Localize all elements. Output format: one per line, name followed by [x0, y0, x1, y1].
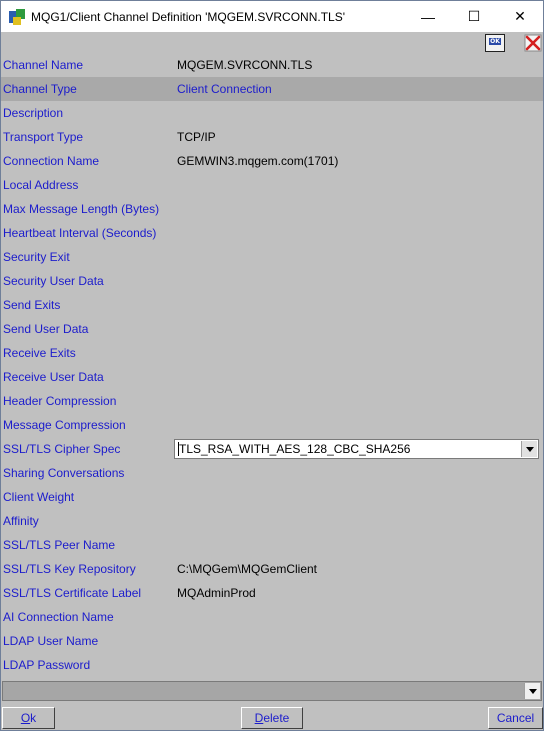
- ldap-user-name-label: LDAP User Name: [3, 634, 99, 648]
- connection-name-label: Connection Name: [3, 154, 100, 168]
- description-label: Description: [3, 106, 64, 120]
- channel-type-label: Channel Type: [3, 82, 77, 96]
- heartbeat-interval-label: Heartbeat Interval (Seconds): [3, 226, 157, 240]
- security-user-data-label: Security User Data: [3, 274, 104, 288]
- row-security-exit[interactable]: Security Exit: [1, 245, 543, 269]
- bottom-dropdown-button[interactable]: [524, 683, 540, 699]
- ai-connection-name-label: AI Connection Name: [3, 610, 114, 624]
- peer-name-label: SSL/TLS Peer Name: [3, 538, 116, 552]
- ldap-password-label: LDAP Password: [3, 658, 91, 672]
- field-list: Channel Name MQGEM.SVRCONN.TLS Channel T…: [1, 53, 543, 677]
- maximize-icon[interactable]: ☐: [451, 1, 497, 32]
- certificate-label-label: SSL/TLS Certificate Label: [3, 586, 142, 600]
- row-send-exits[interactable]: Send Exits: [1, 293, 543, 317]
- row-certificate-label[interactable]: SSL/TLS Certificate Label MQAdminProd: [1, 581, 543, 605]
- title-bar[interactable]: MQG1/Client Channel Definition 'MQGEM.SV…: [1, 1, 543, 32]
- max-message-length-label: Max Message Length (Bytes): [3, 202, 160, 216]
- cipher-spec-dropdown[interactable]: TLS_RSA_WITH_AES_128_CBC_SHA256: [174, 439, 539, 459]
- row-ai-connection-name[interactable]: AI Connection Name: [1, 605, 543, 629]
- delete-mnemonic: D: [254, 711, 264, 725]
- row-message-compression[interactable]: Message Compression: [1, 413, 543, 437]
- ok-button[interactable]: Ok: [2, 707, 55, 729]
- cipher-spec-value: TLS_RSA_WITH_AES_128_CBC_SHA256: [179, 442, 411, 456]
- cancel-toolbar-icon[interactable]: [524, 34, 543, 52]
- row-peer-name[interactable]: SSL/TLS Peer Name: [1, 533, 543, 557]
- transport-type-value: TCP/IP: [177, 130, 216, 144]
- row-send-user-data[interactable]: Send User Data: [1, 317, 543, 341]
- channel-definition-window: MQG1/Client Channel Definition 'MQGEM.SV…: [0, 0, 544, 731]
- ok-mnemonic: O: [20, 711, 31, 725]
- header-compression-label: Header Compression: [3, 394, 117, 408]
- row-header-compression[interactable]: Header Compression: [1, 389, 543, 413]
- send-exits-label: Send Exits: [3, 298, 61, 312]
- channel-name-label: Channel Name: [3, 58, 84, 72]
- minimize-icon[interactable]: —: [405, 1, 451, 32]
- message-compression-label: Message Compression: [3, 418, 126, 432]
- row-cipher-spec[interactable]: SSL/TLS Cipher Spec TLS_RSA_WITH_AES_128…: [1, 437, 543, 461]
- window-title: MQG1/Client Channel Definition 'MQGEM.SV…: [31, 9, 346, 24]
- channel-name-value: MQGEM.SVRCONN.TLS: [177, 58, 313, 72]
- transport-type-label: Transport Type: [3, 130, 84, 144]
- row-channel-type[interactable]: Channel Type Client Connection: [1, 77, 543, 101]
- row-sharing-conversations[interactable]: Sharing Conversations: [1, 461, 543, 485]
- ok-toolbar-icon[interactable]: OK: [485, 34, 505, 52]
- receive-exits-label: Receive Exits: [3, 346, 76, 360]
- delete-rest: elete: [263, 711, 290, 725]
- cipher-spec-label: SSL/TLS Cipher Spec: [3, 442, 121, 456]
- row-key-repository[interactable]: SSL/TLS Key Repository C:\MQGem\MQGemCli…: [1, 557, 543, 581]
- client-weight-label: Client Weight: [3, 490, 75, 504]
- cipher-spec-dropdown-button[interactable]: [521, 441, 537, 457]
- affinity-label: Affinity: [3, 514, 39, 528]
- connection-name-value: GEMWIN3.mqgem.com(1701): [177, 154, 339, 168]
- row-client-weight[interactable]: Client Weight: [1, 485, 543, 509]
- row-max-message-length[interactable]: Max Message Length (Bytes): [1, 197, 543, 221]
- send-user-data-label: Send User Data: [3, 322, 89, 336]
- row-security-user-data[interactable]: Security User Data: [1, 269, 543, 293]
- security-exit-label: Security Exit: [3, 250, 70, 264]
- row-affinity[interactable]: Affinity: [1, 509, 543, 533]
- row-local-address[interactable]: Local Address: [1, 173, 543, 197]
- local-address-label: Local Address: [3, 178, 79, 192]
- chevron-down-icon: [528, 688, 537, 694]
- channel-type-value: Client Connection: [177, 82, 272, 96]
- row-ldap-user-name[interactable]: LDAP User Name: [1, 629, 543, 653]
- receive-user-data-label: Receive User Data: [3, 370, 104, 384]
- delete-button[interactable]: Delete: [241, 707, 303, 729]
- chevron-down-icon: [525, 446, 534, 452]
- row-ldap-password[interactable]: LDAP Password: [1, 653, 543, 677]
- mq-app-icon: [9, 8, 25, 25]
- cancel-button[interactable]: Cancel: [488, 707, 543, 729]
- row-receive-exits[interactable]: Receive Exits: [1, 341, 543, 365]
- key-repository-value: C:\MQGem\MQGemClient: [177, 562, 318, 576]
- bottom-dropdown[interactable]: [2, 681, 542, 701]
- row-heartbeat-interval[interactable]: Heartbeat Interval (Seconds): [1, 221, 543, 245]
- row-connection-name[interactable]: Connection Name GEMWIN3.mqgem.com(1701): [1, 149, 543, 173]
- row-channel-name[interactable]: Channel Name MQGEM.SVRCONN.TLS: [1, 53, 543, 77]
- row-transport-type[interactable]: Transport Type TCP/IP: [1, 125, 543, 149]
- ok-rest: k: [30, 711, 37, 725]
- close-icon[interactable]: ✕: [497, 1, 543, 32]
- key-repository-label: SSL/TLS Key Repository: [3, 562, 136, 576]
- row-receive-user-data[interactable]: Receive User Data: [1, 365, 543, 389]
- cancel-rest: Cancel: [496, 711, 535, 725]
- certificate-label-value: MQAdminProd: [177, 586, 256, 600]
- sharing-conversations-label: Sharing Conversations: [3, 466, 125, 480]
- row-description[interactable]: Description: [1, 101, 543, 125]
